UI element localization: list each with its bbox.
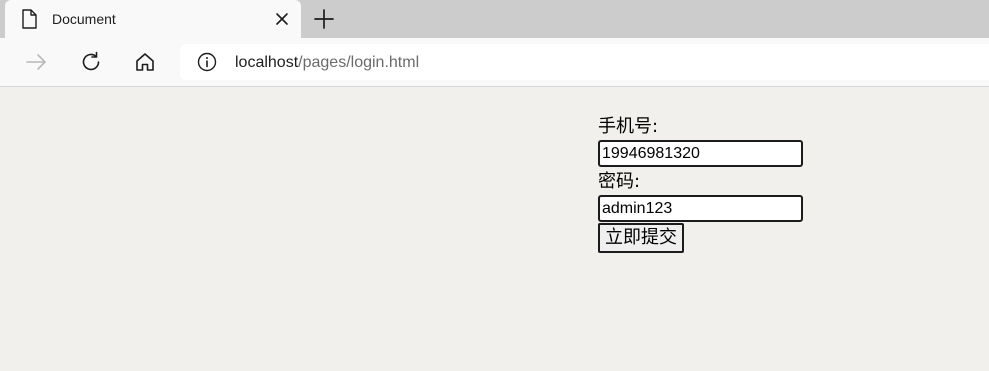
tab-strip: Document [0, 0, 989, 38]
password-label: 密码: [598, 171, 641, 192]
document-icon [21, 9, 37, 29]
page-content: 手机号: 密码: 立即提交 [0, 87, 989, 371]
plus-icon[interactable] [313, 8, 335, 30]
phone-input[interactable] [598, 140, 803, 167]
browser-toolbar: localhost/pages/login.html [0, 38, 989, 87]
url-path: /pages/login.html [298, 54, 420, 71]
phone-label: 手机号: [598, 116, 659, 137]
tab-title: Document [52, 11, 116, 27]
close-icon[interactable] [273, 10, 291, 28]
reload-icon[interactable] [79, 50, 103, 74]
submit-button[interactable]: 立即提交 [598, 223, 684, 253]
url-host: localhost [235, 54, 299, 71]
password-input[interactable] [598, 195, 803, 222]
info-icon[interactable] [197, 52, 217, 72]
home-icon[interactable] [133, 50, 157, 74]
login-form: 手机号: 密码: 立即提交 [598, 115, 808, 253]
forward-arrow-icon[interactable] [24, 50, 48, 74]
url-text[interactable]: localhost/pages/login.html [235, 54, 419, 72]
address-bar[interactable]: localhost/pages/login.html [180, 44, 989, 80]
browser-tab[interactable]: Document [5, 0, 301, 38]
